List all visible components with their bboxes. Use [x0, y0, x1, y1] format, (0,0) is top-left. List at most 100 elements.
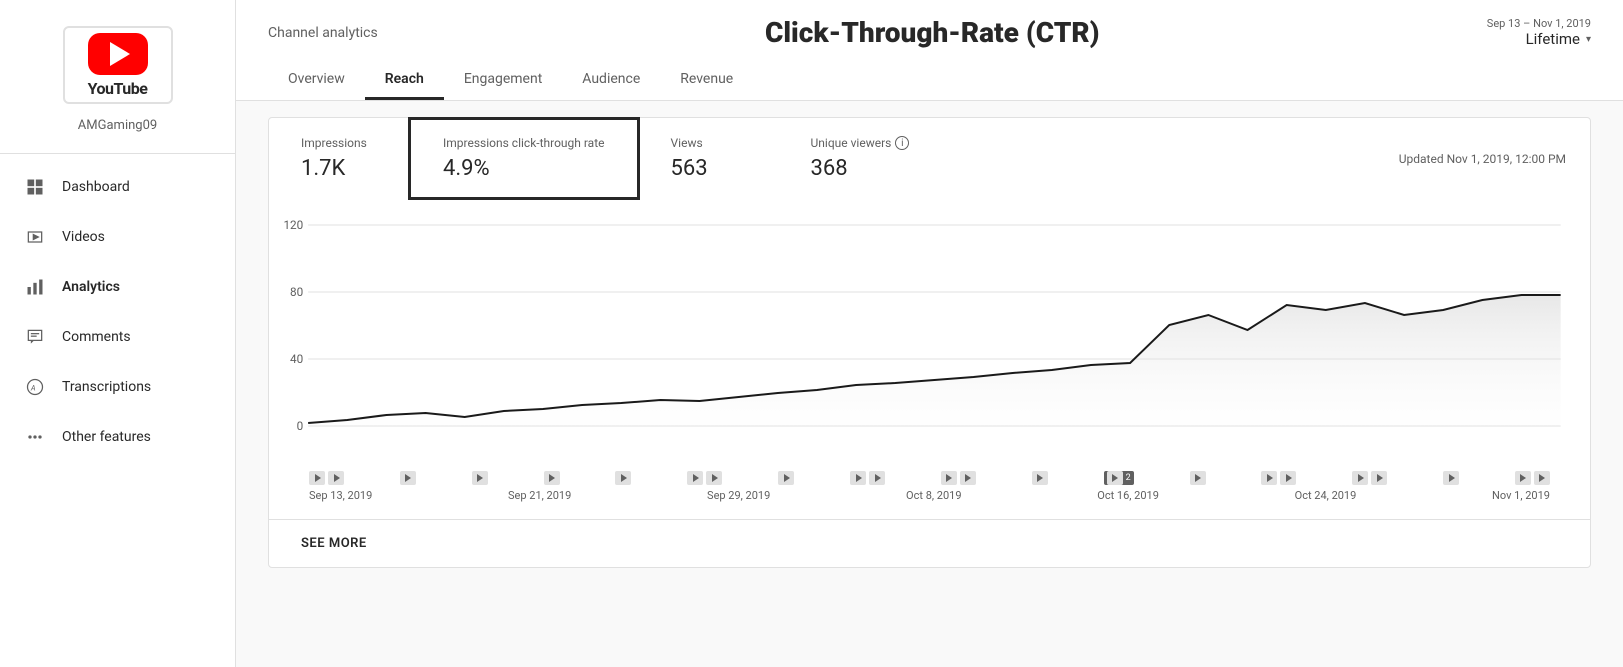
metric-ctr-value: 4.9%: [443, 156, 605, 181]
video-icon-group-16: [1515, 471, 1550, 485]
video-icon-group-10: [1032, 471, 1048, 485]
video-thumbnail-icon[interactable]: [1190, 471, 1206, 485]
sidebar-item-transcriptions[interactable]: A Transcriptions: [0, 362, 235, 412]
video-thumbnail-icon[interactable]: [472, 471, 488, 485]
metrics-card: Impressions 1.7K Impressions click-throu…: [268, 117, 1591, 568]
date-range-label: Sep 13 – Nov 1, 2019: [1487, 17, 1591, 30]
video-thumbnail-icon[interactable]: [706, 471, 722, 485]
video-thumbnail-icon[interactable]: [615, 471, 631, 485]
metric-unique-viewers-label: Unique viewers i: [811, 136, 910, 150]
x-label-oct16: Oct 16, 2019: [1097, 489, 1159, 502]
sidebar-item-comments-label: Comments: [62, 329, 131, 345]
video-icon-group-8: [850, 471, 885, 485]
chart-x-labels: Sep 13, 2019 Sep 21, 2019 Sep 29, 2019 O…: [269, 485, 1590, 502]
video-icon-group-13: [1261, 471, 1296, 485]
metric-ctr: Impressions click-through rate 4.9%: [408, 117, 640, 200]
page-title: Click-Through-Rate (CTR): [378, 16, 1487, 49]
metric-impressions: Impressions 1.7K: [269, 120, 409, 197]
video-icon-group-15: [1443, 471, 1459, 485]
svg-text:120: 120: [283, 218, 303, 232]
video-icon-group-4: [544, 471, 560, 485]
sidebar-item-other-features[interactable]: Other features: [0, 412, 235, 462]
other-features-icon: [24, 426, 46, 448]
sidebar-item-comments[interactable]: Comments: [0, 312, 235, 362]
metric-views: Views 563: [639, 120, 779, 197]
svg-text:80: 80: [290, 285, 303, 299]
x-label-nov1: Nov 1, 2019: [1492, 489, 1550, 502]
metric-views-label: Views: [671, 136, 747, 150]
main-content: Channel analytics Click-Through-Rate (CT…: [236, 0, 1623, 667]
video-icons-row: 2: [269, 471, 1590, 485]
tab-reach[interactable]: Reach: [365, 61, 444, 100]
x-label-sep29: Sep 29, 2019: [707, 489, 770, 502]
video-thumbnail-icon[interactable]: [1515, 471, 1531, 485]
metrics-top-row: Impressions 1.7K Impressions click-throu…: [269, 118, 1590, 199]
video-thumbnail-icon[interactable]: [1352, 471, 1368, 485]
tab-audience[interactable]: Audience: [562, 61, 660, 100]
metric-views-value: 563: [671, 156, 747, 181]
video-thumbnail-icon[interactable]: [544, 471, 560, 485]
video-thumbnail-icon[interactable]: [1261, 471, 1277, 485]
sidebar-item-dashboard-label: Dashboard: [62, 179, 130, 195]
metric-impressions-label: Impressions: [301, 136, 377, 150]
see-more-button[interactable]: SEE MORE: [269, 519, 1590, 567]
date-range-value: Lifetime ▾: [1526, 30, 1591, 48]
updated-text: Updated Nov 1, 2019, 12:00 PM: [1375, 136, 1590, 182]
sidebar-item-videos[interactable]: Videos: [0, 212, 235, 262]
sidebar-item-transcriptions-label: Transcriptions: [62, 379, 151, 395]
unique-viewers-info-icon[interactable]: i: [895, 136, 909, 150]
sidebar-item-analytics[interactable]: Analytics: [0, 262, 235, 312]
svg-text:A: A: [30, 383, 36, 392]
sidebar-item-dashboard[interactable]: Dashboard: [0, 162, 235, 212]
chart-area: 120 80 40 0: [269, 199, 1590, 519]
video-thumbnail-icon[interactable]: [960, 471, 976, 485]
video-icon-group-5: [615, 471, 631, 485]
sidebar-item-other-features-label: Other features: [62, 429, 151, 445]
metric-unique-viewers: Unique viewers i 368: [779, 120, 942, 197]
video-icon-group-2: [400, 471, 416, 485]
video-thumbnail-icon[interactable]: [941, 471, 957, 485]
youtube-play-icon: [110, 42, 130, 66]
video-thumbnail-icon[interactable]: [687, 471, 703, 485]
tab-engagement[interactable]: Engagement: [444, 61, 562, 100]
tab-overview[interactable]: Overview: [268, 61, 365, 100]
video-thumbnail-icon[interactable]: [1107, 471, 1123, 485]
video-icon-group-9: [941, 471, 976, 485]
sidebar: YouTube AMGaming09 Dashboard Videos Anal…: [0, 0, 236, 667]
sidebar-navigation: Dashboard Videos Analytics Comments A: [0, 154, 235, 667]
video-thumbnail-icon[interactable]: [309, 471, 325, 485]
sidebar-item-analytics-label: Analytics: [62, 279, 120, 295]
x-label-oct24: Oct 24, 2019: [1295, 489, 1357, 502]
content-area: Impressions 1.7K Impressions click-throu…: [236, 101, 1623, 600]
video-thumbnail-icon[interactable]: [778, 471, 794, 485]
video-thumbnail-icon[interactable]: [1032, 471, 1048, 485]
metric-impressions-value: 1.7K: [301, 156, 377, 181]
video-thumbnail-icon[interactable]: [1534, 471, 1550, 485]
metric-ctr-label: Impressions click-through rate: [443, 136, 605, 150]
video-thumbnail-icon[interactable]: [869, 471, 885, 485]
tab-revenue[interactable]: Revenue: [660, 61, 753, 100]
ctr-chart: 120 80 40 0: [269, 215, 1590, 475]
video-icon-group-3: [472, 471, 488, 485]
video-thumbnail-icon[interactable]: [1443, 471, 1459, 485]
video-thumbnail-icon[interactable]: [400, 471, 416, 485]
video-thumbnail-icon[interactable]: [1280, 471, 1296, 485]
main-header: Channel analytics Click-Through-Rate (CT…: [236, 0, 1623, 101]
video-thumbnail-icon[interactable]: [850, 471, 866, 485]
sidebar-logo: YouTube AMGaming09: [0, 0, 235, 154]
videos-icon: [24, 226, 46, 248]
x-label-sep13: Sep 13, 2019: [309, 489, 372, 502]
date-range-selector[interactable]: Sep 13 – Nov 1, 2019 Lifetime ▾: [1487, 17, 1591, 48]
video-icon-group-6: [687, 471, 722, 485]
tabs-row: Overview Reach Engagement Audience Reven…: [268, 61, 1591, 100]
video-thumbnail-icon[interactable]: [1371, 471, 1387, 485]
x-label-oct8: Oct 8, 2019: [906, 489, 961, 502]
header-top: Channel analytics Click-Through-Rate (CT…: [268, 16, 1591, 49]
svg-text:40: 40: [290, 352, 303, 366]
youtube-logo: YouTube: [53, 20, 183, 110]
comments-icon: [24, 326, 46, 348]
video-thumbnail-icon[interactable]: [328, 471, 344, 485]
video-icon-group-11: 2: [1104, 471, 1134, 485]
video-icon-group-12: [1190, 471, 1206, 485]
video-icon-group-1: [309, 471, 344, 485]
